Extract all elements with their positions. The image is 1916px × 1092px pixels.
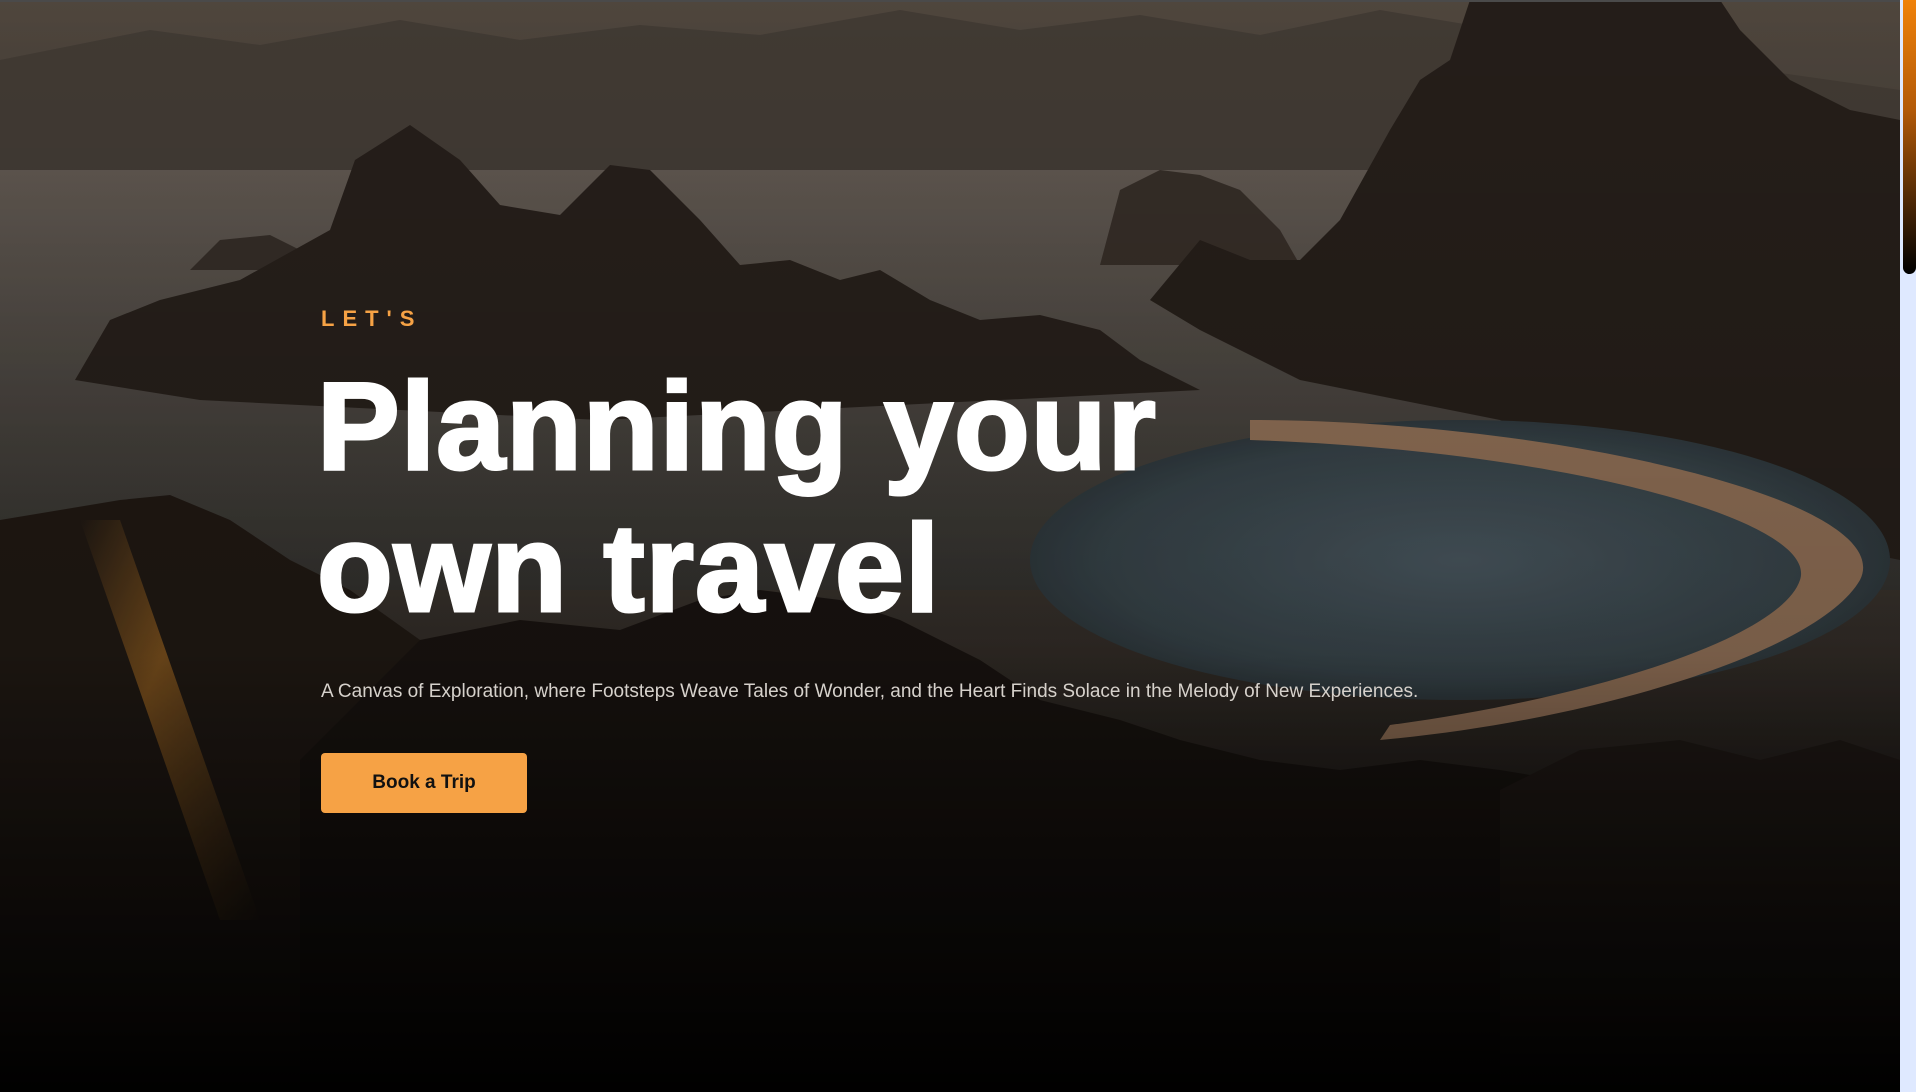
- hero-eyebrow: LET'S: [321, 306, 423, 331]
- hero-content: LET'S Planning your own travel A Canvas …: [315, 306, 1621, 813]
- book-a-trip-button[interactable]: Book a Trip: [321, 753, 527, 813]
- hero-headline-line-1: Planning your: [316, 357, 1158, 498]
- top-border: [0, 0, 1900, 2]
- hero-headline-line-2: own travel: [315, 499, 941, 640]
- hero-headline: Planning your own travel: [315, 356, 1297, 640]
- scrollbar-thumb[interactable]: [1903, 0, 1916, 274]
- hero-subtitle: A Canvas of Exploration, where Footsteps…: [321, 681, 1419, 702]
- hero-section: LET'S Planning your own travel A Canvas …: [0, 0, 1900, 1092]
